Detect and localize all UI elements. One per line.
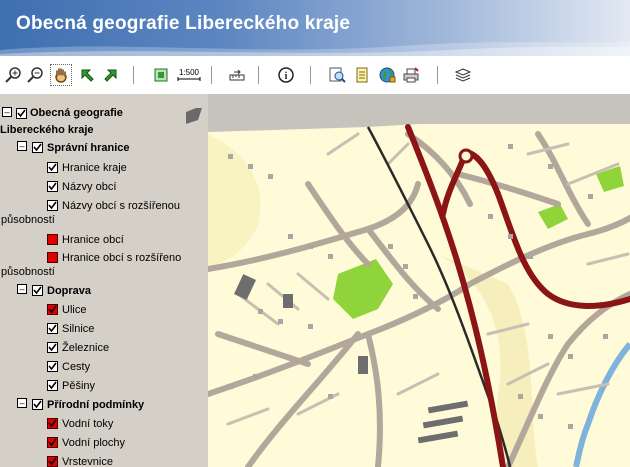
- collapse-toggle[interactable]: –: [17, 284, 27, 294]
- layer-checkbox[interactable]: [47, 361, 58, 372]
- layer-checkbox[interactable]: [47, 418, 58, 429]
- layer-checkbox[interactable]: [47, 380, 58, 391]
- toolbar-separator: [211, 66, 212, 84]
- zoom-in-icon[interactable]: [2, 64, 24, 86]
- collapse-toggle[interactable]: –: [17, 398, 27, 408]
- layer-label-cont: působností: [1, 266, 55, 278]
- scale-icon[interactable]: 1:500: [176, 64, 202, 86]
- legend-root-label: Obecná geografie: [30, 107, 123, 119]
- info-icon[interactable]: i: [275, 64, 297, 86]
- print-icon[interactable]: [400, 64, 422, 86]
- layer-checkbox[interactable]: [47, 162, 58, 173]
- pan-hand-icon[interactable]: [50, 64, 72, 86]
- sidebar-corner-handle[interactable]: [186, 108, 202, 124]
- layer-checkbox[interactable]: [47, 323, 58, 334]
- layers-icon[interactable]: [452, 64, 474, 86]
- full-extent-icon[interactable]: [150, 64, 172, 86]
- layer-checkbox[interactable]: [16, 108, 27, 119]
- layer-label: Hranice obcí: [62, 234, 124, 246]
- globe-icon[interactable]: [376, 64, 398, 86]
- toolbar-separator: [133, 66, 134, 84]
- layer-label: Hranice kraje: [62, 162, 127, 174]
- layer-label: Vrstevnice: [62, 456, 113, 467]
- app-header: Obecná geografie Libereckého kraje: [0, 0, 630, 56]
- group-label-doprava: Doprava: [47, 285, 92, 297]
- forward-arrow-icon[interactable]: [100, 64, 122, 86]
- layer-checkbox[interactable]: [47, 234, 58, 245]
- layer-checkbox[interactable]: [47, 437, 58, 448]
- layer-label: Cesty: [62, 361, 91, 373]
- toolbar-separator: [258, 66, 259, 84]
- layer-label: Názvy obcí s rozšířenou: [62, 200, 180, 212]
- search-icon[interactable]: [326, 64, 348, 86]
- toolbar-separator: [437, 66, 438, 84]
- layer-label: Silnice: [62, 323, 95, 335]
- layer-checkbox[interactable]: [47, 342, 58, 353]
- measure-icon[interactable]: [226, 64, 248, 86]
- scale-label: 1:500: [179, 68, 200, 77]
- map-toolbar: 1:500 i: [0, 56, 630, 95]
- layer-label: Ulice: [62, 304, 87, 316]
- svg-text:i: i: [285, 71, 288, 82]
- layer-checkbox[interactable]: [47, 456, 58, 467]
- map-render[interactable]: [208, 94, 630, 467]
- layer-label: Pěšiny: [62, 380, 96, 392]
- layer-label: Vodní toky: [62, 418, 114, 430]
- zoom-out-icon[interactable]: [24, 64, 46, 86]
- group-label-prirodni-podminky: Přírodní podmínky: [47, 399, 145, 411]
- layer-label: Hranice obcí s rozšířeno: [62, 252, 182, 264]
- layer-checkbox[interactable]: [32, 142, 43, 153]
- layer-checkbox[interactable]: [47, 181, 58, 192]
- collapse-toggle[interactable]: –: [17, 141, 27, 151]
- group-label-spravni-hranice: Správní hranice: [47, 142, 130, 154]
- layer-label: Názvy obcí: [62, 181, 117, 193]
- header-wave-decoration: [0, 42, 630, 56]
- layer-checkbox[interactable]: [32, 285, 43, 296]
- legend-root-label-cont: Libereckého kraje: [0, 124, 94, 136]
- layer-checkbox[interactable]: [47, 252, 58, 263]
- layer-label: Železnice: [62, 342, 110, 354]
- layer-checkbox[interactable]: [47, 304, 58, 315]
- layer-checkbox[interactable]: [47, 200, 58, 211]
- layer-legend-panel: – Obecná geografie Libereckého kraje – S…: [0, 94, 208, 467]
- map-canvas[interactable]: [208, 94, 630, 467]
- back-arrow-icon[interactable]: [76, 64, 98, 86]
- layer-checkbox[interactable]: [32, 399, 43, 410]
- collapse-toggle[interactable]: –: [2, 107, 12, 117]
- report-icon[interactable]: [351, 64, 373, 86]
- layer-label: Vodní plochy: [62, 437, 125, 449]
- app-title: Obecná geografie Libereckého kraje: [16, 13, 351, 34]
- toolbar-separator: [310, 66, 311, 84]
- layer-label-cont: působností: [1, 214, 55, 226]
